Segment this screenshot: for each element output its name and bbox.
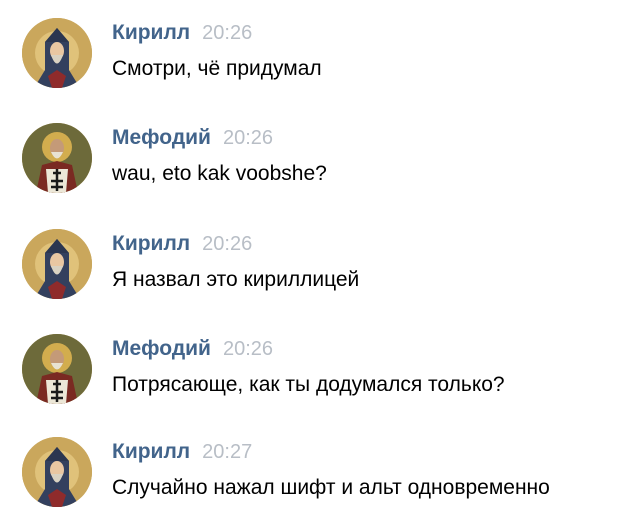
message-time: 20:26 <box>222 338 274 360</box>
monk-icon <box>22 229 92 299</box>
author-name[interactable]: Мефодий <box>112 337 211 360</box>
message-header: Кирилл 20:26 <box>112 231 252 259</box>
message-time: 20:26 <box>202 233 253 255</box>
message-header: Мефодий 20:26 <box>112 336 273 364</box>
avatar[interactable] <box>22 18 92 88</box>
message-text: Потрясающе, как ты додумался только? <box>112 373 505 396</box>
monk-icon <box>22 437 92 507</box>
message-time: 20:27 <box>202 441 253 463</box>
avatar[interactable] <box>22 123 92 193</box>
avatar[interactable] <box>22 229 92 299</box>
chat-message: Мефодий 20:26 Потрясающе, как ты додумалс… <box>22 334 632 406</box>
chat-history: Кирилл 20:26 Смотри, чё придумал Мефодий 2… <box>0 0 640 509</box>
bishop-icon <box>22 334 92 404</box>
message-header: Кирилл 20:27 <box>112 439 252 467</box>
chat-message: Кирилл 20:26 Я назвал это кириллицей <box>22 229 632 301</box>
chat-message: Мефодий 20:26 wau, eto kak voobshe? <box>22 123 632 195</box>
author-name[interactable]: Кирилл <box>112 232 190 255</box>
avatar[interactable] <box>22 334 92 404</box>
message-time: 20:26 <box>202 22 253 44</box>
chat-message: Кирилл 20:27 Случайно нажал шифт и альт о… <box>22 437 632 509</box>
author-name[interactable]: Кирилл <box>112 440 190 463</box>
message-time: 20:26 <box>222 127 274 149</box>
author-name[interactable]: Кирилл <box>112 21 190 44</box>
bishop-icon <box>22 123 92 193</box>
message-text: Случайно нажал шифт и альт одновременно <box>112 476 550 499</box>
message-text: wau, eto kak voobshe? <box>112 162 327 185</box>
message-text: Смотри, чё придумал <box>112 57 322 80</box>
message-header: Мефодий 20:26 <box>112 125 273 153</box>
monk-icon <box>22 18 92 88</box>
avatar[interactable] <box>22 437 92 507</box>
message-header: Кирилл 20:26 <box>112 20 252 48</box>
message-text: Я назвал это кириллицей <box>112 268 360 291</box>
chat-message: Кирилл 20:26 Смотри, чё придумал <box>22 18 632 90</box>
author-name[interactable]: Мефодий <box>112 126 211 149</box>
